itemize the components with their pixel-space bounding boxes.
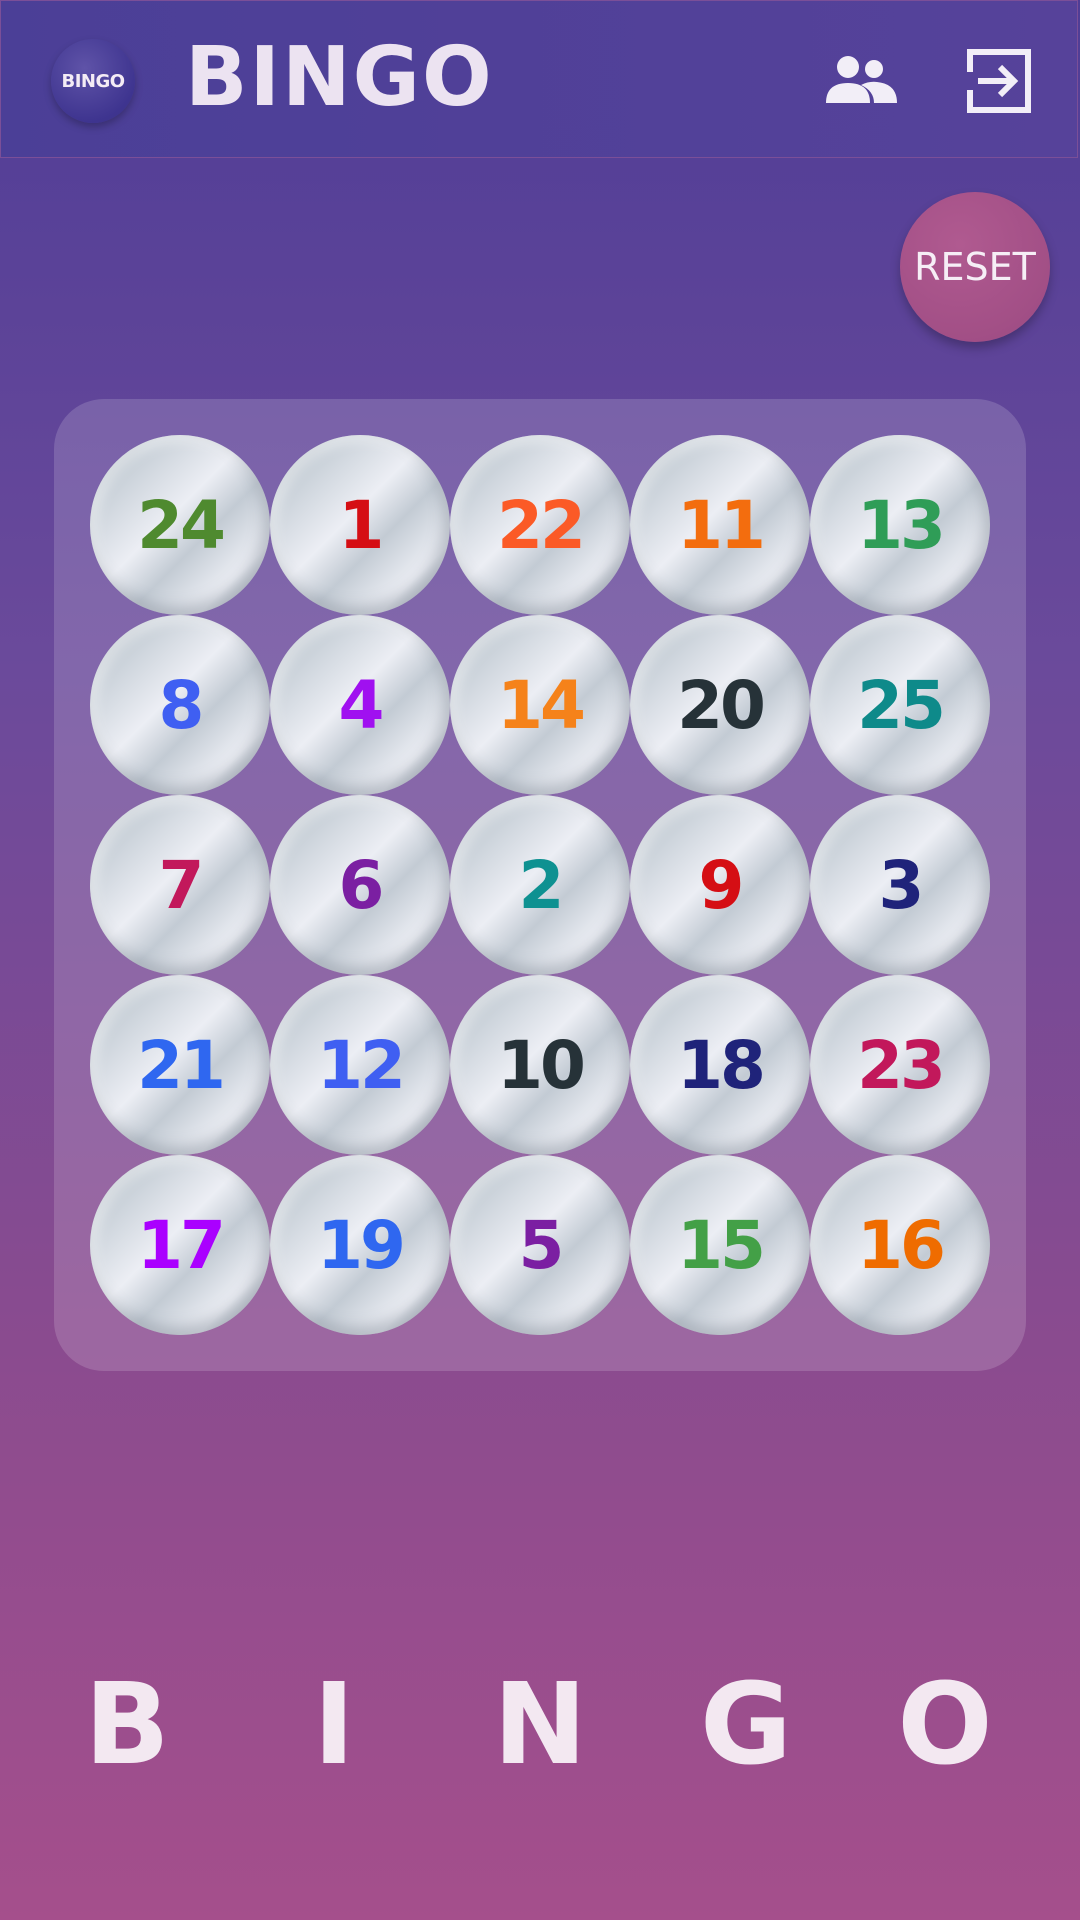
bingo-ball[interactable]: 14 xyxy=(450,615,630,795)
bingo-ball[interactable]: 17 xyxy=(90,1155,270,1335)
bingo-ball[interactable]: 3 xyxy=(810,795,990,975)
bingo-ball[interactable]: 1 xyxy=(270,435,450,615)
bingo-ball[interactable]: 6 xyxy=(270,795,450,975)
ball-number: 14 xyxy=(497,666,586,744)
bingo-ball[interactable]: 16 xyxy=(810,1155,990,1335)
ball-number: 10 xyxy=(497,1026,586,1104)
ball-number: 3 xyxy=(878,846,925,924)
players-icon xyxy=(826,56,897,103)
bingo-ball[interactable]: 25 xyxy=(810,615,990,795)
top-app-bar: BINGO BINGO xyxy=(0,0,1078,158)
bingo-ball[interactable]: 5 xyxy=(450,1155,630,1335)
reset-label: RESET xyxy=(914,245,1036,289)
ball-number: 12 xyxy=(317,1026,406,1104)
bingo-ball[interactable]: 23 xyxy=(810,975,990,1155)
ball-number: 15 xyxy=(677,1206,766,1284)
bingo-ball[interactable]: 24 xyxy=(90,435,270,615)
bingo-progress-letters: B I NGO xyxy=(0,1660,1080,1790)
bingo-ball[interactable]: 10 xyxy=(450,975,630,1155)
ball-number: 24 xyxy=(137,486,226,564)
bingo-letter-o: O xyxy=(897,1660,993,1790)
bingo-ball[interactable]: 18 xyxy=(630,975,810,1155)
app-logo: BINGO xyxy=(51,39,135,123)
ball-number: 20 xyxy=(677,666,766,744)
ball-number: 17 xyxy=(137,1206,226,1284)
ball-number: 13 xyxy=(857,486,946,564)
ball-number: 1 xyxy=(338,486,385,564)
ball-number: 7 xyxy=(158,846,205,924)
bingo-ball[interactable]: 11 xyxy=(630,435,810,615)
bingo-ball[interactable]: 2 xyxy=(450,795,630,975)
exit-icon xyxy=(967,49,1031,113)
ball-number: 22 xyxy=(497,486,586,564)
ball-number: 9 xyxy=(698,846,745,924)
ball-number: 5 xyxy=(518,1206,565,1284)
bingo-letter-b: B xyxy=(84,1660,170,1790)
bingo-letter-g: G xyxy=(700,1660,792,1790)
bingo-letter-i: I xyxy=(313,1660,355,1790)
bingo-ball[interactable]: 4 xyxy=(270,615,450,795)
ball-number: 4 xyxy=(338,666,385,744)
bingo-ball[interactable]: 8 xyxy=(90,615,270,795)
ball-number: 25 xyxy=(857,666,946,744)
ball-number: 18 xyxy=(677,1026,766,1104)
bingo-ball[interactable]: 13 xyxy=(810,435,990,615)
ball-number: 23 xyxy=(857,1026,946,1104)
logo-text: BINGO xyxy=(61,70,125,92)
ball-number: 16 xyxy=(857,1206,946,1284)
bingo-ball[interactable]: 9 xyxy=(630,795,810,975)
bingo-ball[interactable]: 19 xyxy=(270,1155,450,1335)
bingo-ball[interactable]: 7 xyxy=(90,795,270,975)
ball-number: 11 xyxy=(677,486,766,564)
ball-number: 6 xyxy=(338,846,385,924)
players-button[interactable] xyxy=(821,41,901,121)
bingo-ball[interactable]: 12 xyxy=(270,975,450,1155)
app-title: BINGO xyxy=(185,30,494,125)
bingo-letter-n: N xyxy=(493,1660,587,1790)
exit-button[interactable] xyxy=(959,41,1039,121)
ball-number: 21 xyxy=(137,1026,226,1104)
bingo-ball[interactable]: 21 xyxy=(90,975,270,1155)
ball-number: 2 xyxy=(518,846,565,924)
bingo-board: 24 1 22 11 13 8 4 14 20 25 7 6 2 9 3 21 12 10 18 23 17 19 5 15 1… xyxy=(54,399,1026,1371)
bingo-ball[interactable]: 15 xyxy=(630,1155,810,1335)
bingo-ball[interactable]: 22 xyxy=(450,435,630,615)
bingo-ball[interactable]: 20 xyxy=(630,615,810,795)
reset-button[interactable]: RESET xyxy=(900,192,1050,342)
ball-number: 19 xyxy=(317,1206,406,1284)
ball-number: 8 xyxy=(158,666,205,744)
